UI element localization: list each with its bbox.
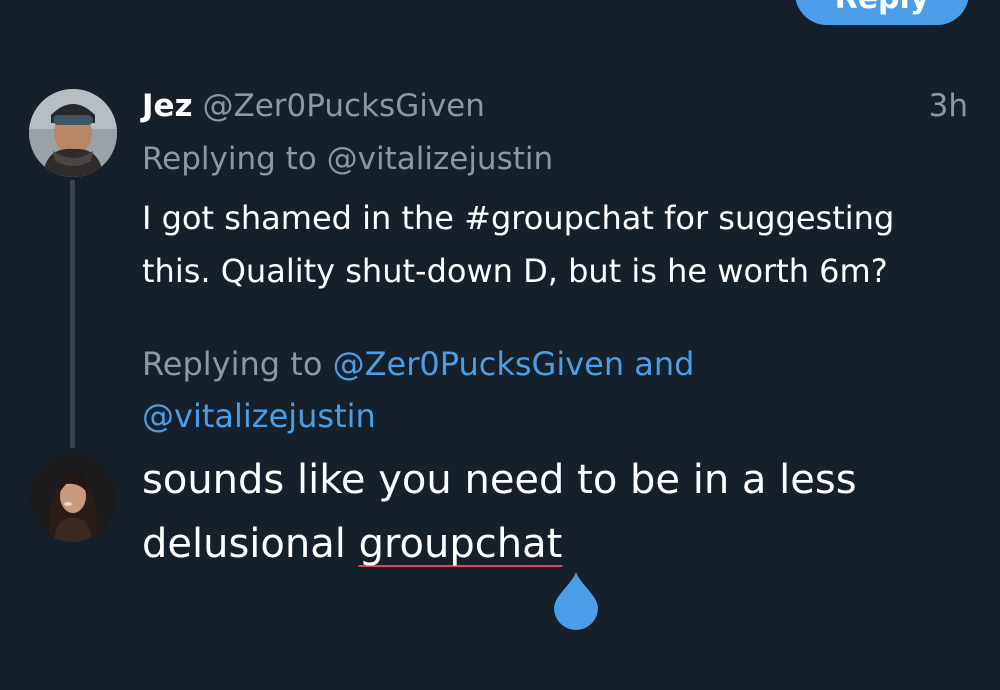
tweet-timestamp: 3h xyxy=(928,88,968,124)
tweet-text: I got shamed in the #groupchat for sugge… xyxy=(142,199,895,290)
reply-context: Replying to @Zer0PucksGiven and @vitaliz… xyxy=(142,338,842,442)
tweet-header: Jez @Zer0PucksGiven xyxy=(142,84,485,128)
reply-context-prefix: Replying to xyxy=(142,345,323,383)
reply-mention-1[interactable]: @Zer0PucksGiven xyxy=(333,345,625,383)
avatar[interactable] xyxy=(29,89,117,177)
reply-mention-2[interactable]: @vitalizejustin xyxy=(142,397,376,435)
misspelled-word[interactable]: groupchat xyxy=(359,521,563,567)
replying-to-prefix: Replying to xyxy=(142,141,317,177)
replying-to-line: Replying to @vitalizejustin xyxy=(142,137,553,181)
user-avatar xyxy=(30,454,116,542)
author-handle[interactable]: @Zer0PucksGiven xyxy=(202,88,484,124)
reply-button[interactable]: Reply xyxy=(795,0,969,25)
close-icon[interactable] xyxy=(52,0,92,8)
author-display-name[interactable]: Jez xyxy=(142,88,193,124)
thread-line xyxy=(70,180,75,448)
text-cursor-handle[interactable] xyxy=(552,570,600,630)
avatar-image xyxy=(29,89,117,177)
user-avatar-image xyxy=(30,454,116,542)
reply-mention-and[interactable]: and xyxy=(634,345,694,383)
replying-to-handle[interactable]: @vitalizejustin xyxy=(327,141,554,177)
reply-draft-input[interactable]: sounds like you need to be in a less del… xyxy=(142,448,962,576)
